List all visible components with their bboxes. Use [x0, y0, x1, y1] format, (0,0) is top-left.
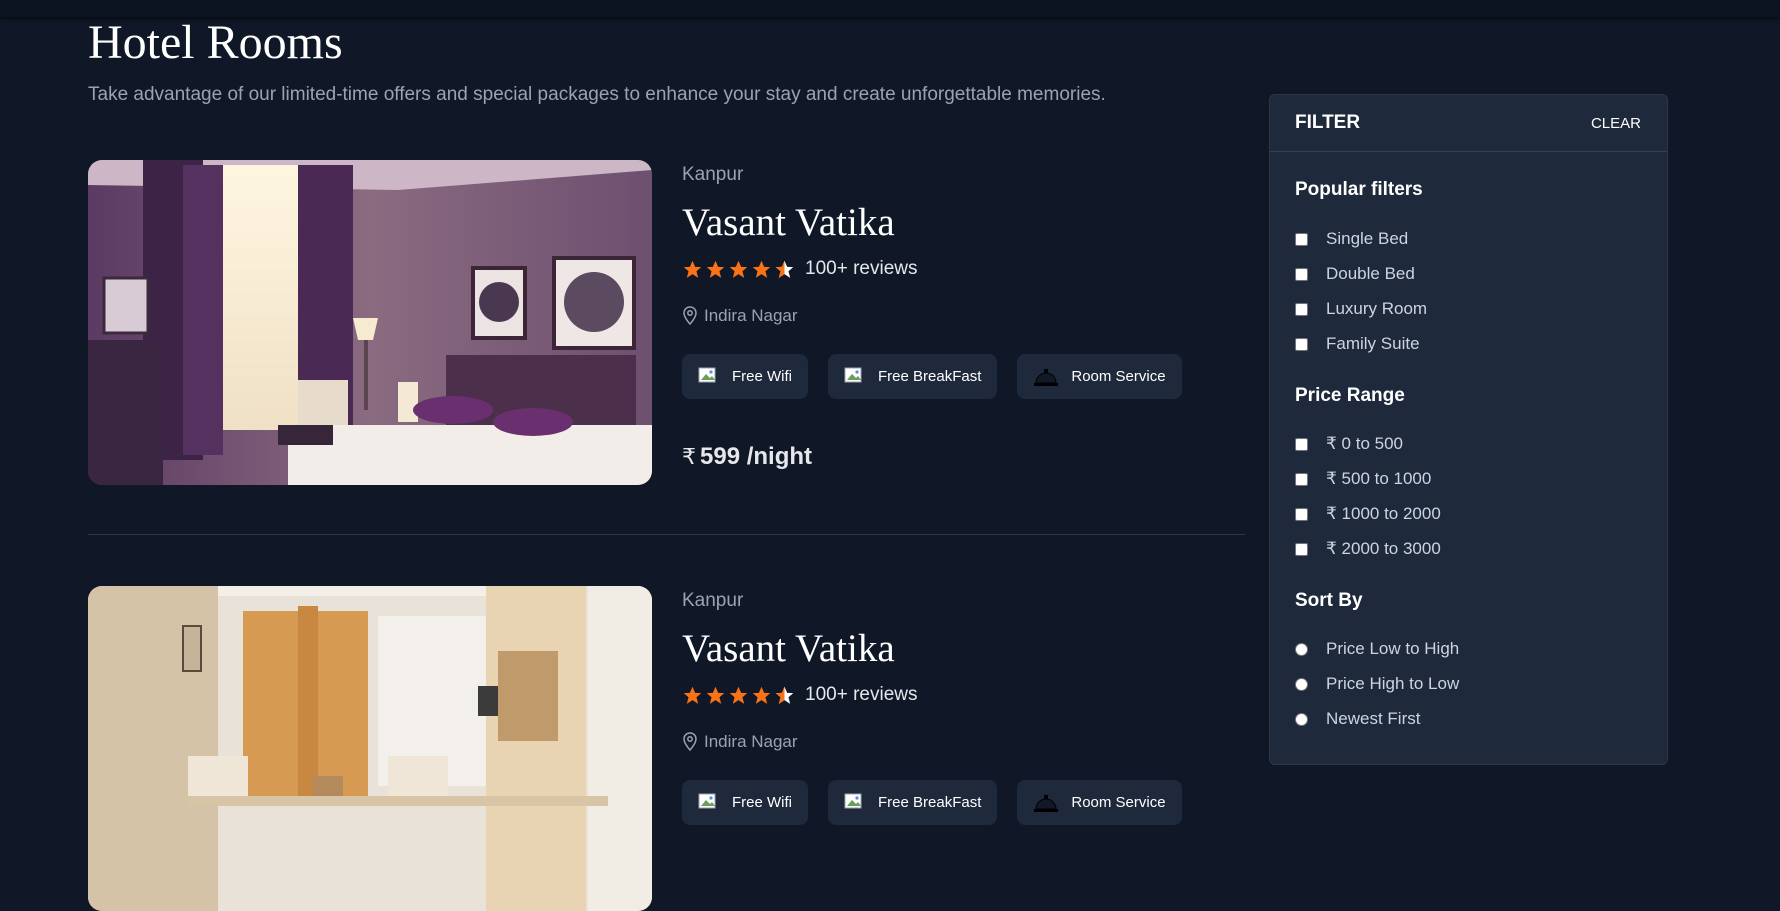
option-label: Double Bed: [1326, 264, 1415, 283]
currency-symbol: ₹: [682, 444, 696, 469]
map-pin-icon: [683, 732, 697, 752]
location-label: Indira Nagar: [704, 732, 798, 751]
amenity-label: Free BreakFast: [878, 368, 982, 385]
room-card: Kanpur Vasant Vatika 100+ reviews Indira…: [88, 586, 1245, 911]
option-label: ₹ 2000 to 3000: [1326, 539, 1441, 558]
option-label: Price High to Low: [1326, 674, 1460, 693]
room-photo-image: [88, 586, 652, 911]
option-label: Single Bed: [1326, 229, 1409, 248]
amenity-label: Free Wifi: [732, 794, 792, 811]
amenity-label: Free BreakFast: [878, 794, 982, 811]
room-city: Kanpur: [682, 164, 744, 185]
price-option-1000-2000[interactable]: ₹ 1000 to 2000: [1295, 504, 1441, 524]
clear-filters-button[interactable]: CLEAR: [1591, 115, 1641, 132]
room-rating: 100+ reviews: [682, 682, 917, 708]
room-photo[interactable]: [88, 586, 652, 911]
star-full-icon: [729, 686, 748, 704]
checkbox[interactable]: [1295, 437, 1308, 451]
service-bell-icon: [1034, 368, 1059, 386]
broken-image-icon: [698, 367, 716, 382]
option-label: ₹ 1000 to 2000: [1326, 504, 1441, 523]
review-count: 100+ reviews: [805, 258, 918, 279]
sort-option-price-low-high[interactable]: Price Low to High: [1295, 639, 1459, 659]
radio-button[interactable]: [1295, 677, 1308, 691]
map-pin-icon: [683, 306, 697, 326]
location-label: Indira Nagar: [704, 306, 798, 325]
filter-header: FILTER CLEAR: [1270, 95, 1667, 152]
amenity-wifi[interactable]: Free Wifi: [682, 780, 808, 825]
amenity-wifi[interactable]: Free Wifi: [682, 354, 808, 399]
room-photo[interactable]: [88, 160, 652, 485]
filter-option-family-suite[interactable]: Family Suite: [1295, 334, 1420, 354]
sort-by-heading: Sort By: [1295, 590, 1363, 611]
broken-image-icon: [698, 793, 716, 808]
amenity-label: Free Wifi: [732, 368, 792, 385]
sort-option-price-high-low[interactable]: Price High to Low: [1295, 674, 1459, 694]
page-title: Hotel Rooms: [88, 16, 343, 69]
popular-filters-heading: Popular filters: [1295, 179, 1423, 200]
price-option-500-1000[interactable]: ₹ 500 to 1000: [1295, 469, 1431, 489]
option-label: ₹ 0 to 500: [1326, 434, 1403, 453]
checkbox[interactable]: [1295, 232, 1308, 246]
room-name[interactable]: Vasant Vatika: [682, 200, 895, 246]
amenity-label: Room Service: [1071, 368, 1166, 385]
star-full-icon: [683, 260, 702, 278]
amenity-label: Room Service: [1071, 794, 1166, 811]
option-label: Family Suite: [1326, 334, 1420, 353]
checkbox[interactable]: [1295, 542, 1308, 556]
checkbox[interactable]: [1295, 337, 1308, 351]
amenity-list: Free Wifi Free BreakFast Room Service: [682, 354, 1182, 399]
room-price: ₹599 /night: [682, 443, 812, 471]
broken-image-icon: [844, 793, 862, 808]
service-bell-icon: [1034, 794, 1059, 812]
star-rating: [682, 685, 795, 706]
star-full-icon: [729, 260, 748, 278]
star-full-icon: [752, 260, 771, 278]
room-location: Indira Nagar: [682, 732, 798, 752]
star-half-icon: [775, 260, 794, 278]
review-count: 100+ reviews: [805, 684, 918, 705]
star-full-icon: [706, 686, 725, 704]
room-divider: [88, 534, 1245, 535]
price-option-2000-3000[interactable]: ₹ 2000 to 3000: [1295, 539, 1441, 559]
star-full-icon: [752, 686, 771, 704]
room-name[interactable]: Vasant Vatika: [682, 626, 895, 672]
checkbox[interactable]: [1295, 267, 1308, 281]
star-full-icon: [683, 686, 702, 704]
price-value: 599 /night: [700, 443, 813, 470]
page-subtitle: Take advantage of our limited-time offer…: [88, 84, 1106, 105]
amenity-list: Free Wifi Free BreakFast Room Service: [682, 780, 1182, 825]
room-rating: 100+ reviews: [682, 256, 917, 282]
price-option-0-500[interactable]: ₹ 0 to 500: [1295, 434, 1403, 454]
filter-option-single-bed[interactable]: Single Bed: [1295, 229, 1408, 249]
radio-button[interactable]: [1295, 642, 1308, 656]
price-range-heading: Price Range: [1295, 385, 1405, 406]
broken-image-icon: [844, 367, 862, 382]
option-label: ₹ 500 to 1000: [1326, 469, 1432, 488]
filter-title: FILTER: [1295, 112, 1361, 133]
checkbox[interactable]: [1295, 302, 1308, 316]
option-label: Luxury Room: [1326, 299, 1428, 318]
star-rating: [682, 259, 795, 280]
option-label: Price Low to High: [1326, 639, 1460, 658]
room-photo-image: [88, 160, 652, 485]
amenity-room-service[interactable]: Room Service: [1017, 780, 1182, 825]
room-card: Kanpur Vasant Vatika 100+ reviews Indira…: [88, 160, 1245, 490]
star-full-icon: [706, 260, 725, 278]
option-label: Newest First: [1326, 709, 1421, 728]
amenity-breakfast[interactable]: Free BreakFast: [828, 354, 998, 399]
filter-panel: FILTER CLEAR Popular filters Single Bed …: [1269, 94, 1668, 765]
checkbox[interactable]: [1295, 472, 1308, 486]
sort-option-newest-first[interactable]: Newest First: [1295, 709, 1420, 729]
room-city: Kanpur: [682, 590, 744, 611]
star-half-icon: [775, 686, 794, 704]
checkbox[interactable]: [1295, 507, 1308, 521]
amenity-room-service[interactable]: Room Service: [1017, 354, 1182, 399]
radio-button[interactable]: [1295, 712, 1308, 726]
amenity-breakfast[interactable]: Free BreakFast: [828, 780, 998, 825]
filter-option-luxury-room[interactable]: Luxury Room: [1295, 299, 1427, 319]
room-location: Indira Nagar: [682, 306, 798, 326]
filter-option-double-bed[interactable]: Double Bed: [1295, 264, 1415, 284]
